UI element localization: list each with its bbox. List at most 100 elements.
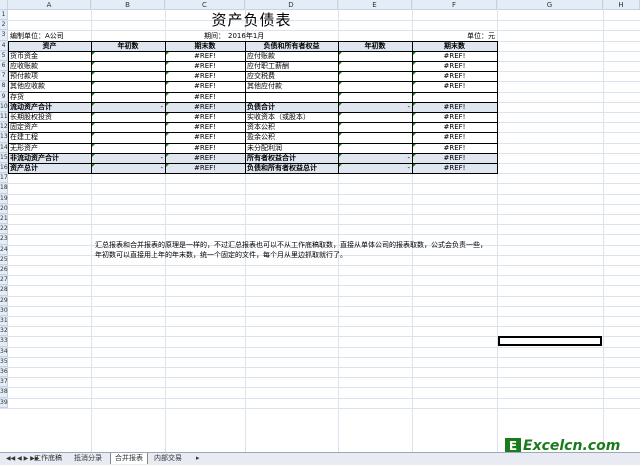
- table-cell[interactable]: #REF!: [167, 132, 243, 142]
- row-header[interactable]: 39: [0, 397, 8, 408]
- table-cell[interactable]: [93, 92, 163, 102]
- table-cell[interactable]: #REF!: [167, 143, 243, 153]
- table-cell[interactable]: 存货: [10, 92, 89, 102]
- table-cell[interactable]: 固定资产: [10, 122, 89, 132]
- table-cell[interactable]: #REF!: [414, 132, 495, 142]
- row-header[interactable]: 22: [0, 224, 8, 235]
- table-cell[interactable]: 实收资本（或股本）: [247, 112, 336, 122]
- table-cell[interactable]: #REF!: [167, 112, 243, 122]
- column-header-g[interactable]: G: [497, 0, 603, 10]
- row-header[interactable]: 24: [0, 244, 8, 255]
- row-header[interactable]: 6: [0, 61, 8, 72]
- table-cell[interactable]: 其他应收款: [10, 81, 89, 91]
- row-header[interactable]: 11: [0, 112, 8, 123]
- table-cell[interactable]: [414, 92, 495, 102]
- table-cell[interactable]: [93, 122, 163, 132]
- table-cell[interactable]: 其他应付款: [247, 81, 336, 91]
- table-cell[interactable]: [340, 81, 410, 91]
- table-cell[interactable]: #REF!: [414, 143, 495, 153]
- table-cell[interactable]: -: [340, 163, 410, 173]
- column-header-f[interactable]: F: [412, 0, 497, 10]
- column-header-b[interactable]: B: [91, 0, 165, 10]
- row-header[interactable]: 8: [0, 81, 8, 92]
- spreadsheet[interactable]: ABCDEFGH 1 2 3 4 5 6 7 8 9 10 11 12 13 14 15 16 17 18 19 20…: [0, 0, 640, 464]
- table-header-cell[interactable]: 年初数: [93, 41, 163, 51]
- table-header-cell[interactable]: 负债和所有者权益: [247, 41, 336, 51]
- table-cell[interactable]: #REF!: [414, 153, 495, 163]
- table-cell[interactable]: [340, 143, 410, 153]
- table-cell[interactable]: -: [93, 163, 163, 173]
- period-label[interactable]: 期间：: [195, 31, 225, 41]
- table-cell[interactable]: -: [340, 102, 410, 112]
- row-header[interactable]: 10: [0, 101, 8, 112]
- table-header-cell[interactable]: 年初数: [340, 41, 410, 51]
- table-cell[interactable]: -: [93, 102, 163, 112]
- row-header[interactable]: 7: [0, 71, 8, 82]
- table-cell[interactable]: [340, 51, 410, 61]
- table-cell[interactable]: [247, 92, 336, 102]
- table-cell[interactable]: 所有者权益合计: [247, 153, 336, 163]
- table-cell[interactable]: 无形资产: [10, 143, 89, 153]
- note-line-1[interactable]: 汇总报表和合并报表的原理是一样的，不过汇总报表也可以不从工作底稿取数，直接从单体…: [95, 240, 497, 250]
- column-header-e[interactable]: E: [338, 0, 412, 10]
- row-header[interactable]: 23: [0, 234, 8, 245]
- selected-cell[interactable]: [498, 336, 602, 346]
- table-header-cell[interactable]: 期末数: [414, 41, 495, 51]
- table-cell[interactable]: 在建工程: [10, 132, 89, 142]
- table-header-cell[interactable]: 期末数: [167, 41, 243, 51]
- table-header-cell[interactable]: 资产: [10, 41, 89, 51]
- table-cell[interactable]: [340, 71, 410, 81]
- table-cell[interactable]: 流动资产合计: [10, 102, 89, 112]
- row-header[interactable]: 36: [0, 367, 8, 378]
- table-cell[interactable]: #REF!: [414, 122, 495, 132]
- table-cell[interactable]: 应付账款: [247, 51, 336, 61]
- row-header[interactable]: 20: [0, 203, 8, 214]
- column-header-a[interactable]: A: [8, 0, 91, 10]
- row-header[interactable]: 14: [0, 142, 8, 153]
- row-header[interactable]: 19: [0, 193, 8, 204]
- row-header[interactable]: 4: [0, 40, 8, 51]
- row-header[interactable]: 31: [0, 316, 8, 327]
- table-cell[interactable]: #REF!: [167, 122, 243, 132]
- select-all-corner[interactable]: [0, 0, 8, 10]
- row-header[interactable]: 25: [0, 254, 8, 265]
- table-cell[interactable]: 长期股权投资: [10, 112, 89, 122]
- row-header[interactable]: 17: [0, 173, 8, 184]
- table-cell[interactable]: #REF!: [414, 71, 495, 81]
- row-header[interactable]: 30: [0, 305, 8, 316]
- table-cell[interactable]: 资本公积: [247, 122, 336, 132]
- table-cell[interactable]: #REF!: [167, 51, 243, 61]
- table-cell[interactable]: [340, 122, 410, 132]
- table-cell[interactable]: #REF!: [167, 92, 243, 102]
- row-header[interactable]: 12: [0, 122, 8, 133]
- table-cell[interactable]: #REF!: [167, 153, 243, 163]
- table-cell[interactable]: [340, 112, 410, 122]
- table-cell[interactable]: 未分配利润: [247, 143, 336, 153]
- row-header[interactable]: 16: [0, 163, 8, 174]
- table-cell[interactable]: [93, 71, 163, 81]
- table-cell[interactable]: -: [93, 153, 163, 163]
- sheet-title[interactable]: 资产负债表: [8, 10, 495, 30]
- row-header[interactable]: 34: [0, 346, 8, 357]
- column-header-h[interactable]: H: [603, 0, 640, 10]
- column-header-c[interactable]: C: [165, 0, 245, 10]
- table-cell[interactable]: -: [340, 153, 410, 163]
- table-cell[interactable]: #REF!: [414, 61, 495, 71]
- table-cell[interactable]: [340, 92, 410, 102]
- table-cell[interactable]: #REF!: [167, 163, 243, 173]
- table-cell[interactable]: [93, 61, 163, 71]
- row-header[interactable]: 1: [0, 10, 8, 21]
- row-header[interactable]: 18: [0, 183, 8, 194]
- table-cell[interactable]: #REF!: [414, 163, 495, 173]
- tab-working-papers[interactable]: 工作底稿: [30, 453, 66, 464]
- unit-right-label[interactable]: 单位：元: [440, 31, 495, 41]
- row-header[interactable]: 28: [0, 285, 8, 296]
- table-cell[interactable]: 资产总计: [10, 163, 89, 173]
- table-cell[interactable]: [93, 51, 163, 61]
- row-header[interactable]: 2: [0, 20, 8, 31]
- row-header[interactable]: 37: [0, 377, 8, 388]
- tab-internal-transactions[interactable]: 内部交易: [150, 453, 186, 464]
- table-cell[interactable]: 应收账款: [10, 61, 89, 71]
- table-cell[interactable]: #REF!: [167, 102, 243, 112]
- table-cell[interactable]: 预付款项: [10, 71, 89, 81]
